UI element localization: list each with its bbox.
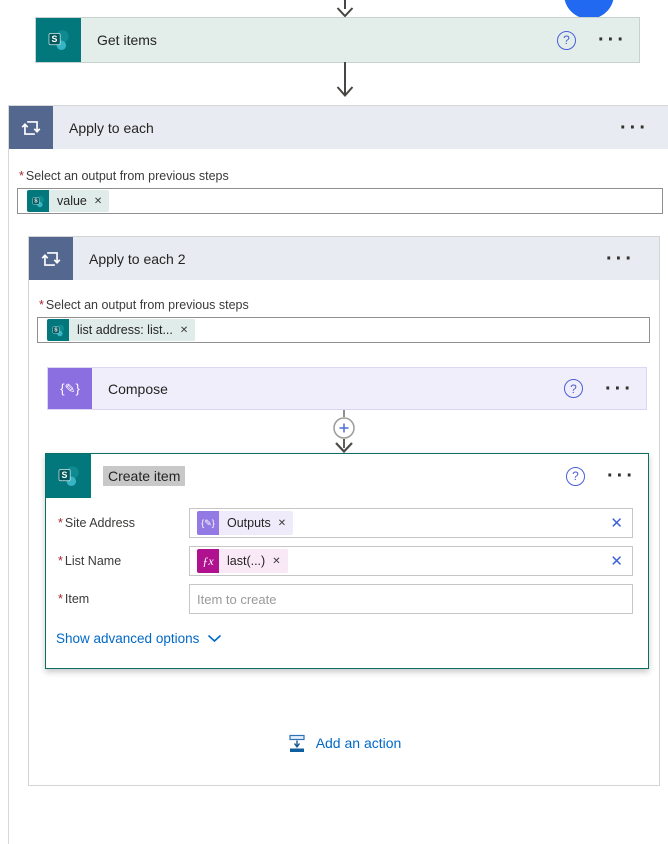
field-label: * Item bbox=[58, 592, 90, 606]
help-icon[interactable]: ? bbox=[564, 379, 584, 398]
function-icon: ƒx bbox=[197, 549, 219, 573]
svg-text:S: S bbox=[34, 198, 38, 204]
remove-token-icon[interactable]: ✕ bbox=[178, 325, 195, 336]
compose-icon: {✎} bbox=[48, 368, 92, 409]
required-marker: * bbox=[58, 592, 63, 606]
token-expression[interactable]: ƒx last(...) ✕ bbox=[197, 549, 288, 573]
action-card-get-items[interactable]: S Get items ? ··· bbox=[35, 17, 640, 63]
sharepoint-icon: S bbox=[46, 454, 91, 498]
scope-apply-to-each: Apply to each ··· * Select an output from… bbox=[8, 105, 668, 844]
action-card-compose[interactable]: {✎} Compose ? ··· bbox=[47, 367, 647, 410]
add-action-icon bbox=[289, 734, 305, 752]
advanced-label: Show advanced options bbox=[56, 631, 200, 646]
loop-icon bbox=[9, 106, 53, 149]
menu-ellipsis-icon[interactable]: ··· bbox=[606, 249, 635, 269]
sharepoint-icon: S bbox=[36, 18, 81, 62]
svg-text:S: S bbox=[51, 34, 57, 44]
remove-token-icon[interactable]: ✕ bbox=[276, 518, 293, 529]
scope-title: Apply to each 2 bbox=[89, 250, 186, 267]
add-action-button[interactable]: Add an action bbox=[29, 733, 659, 753]
menu-ellipsis-icon[interactable]: ··· bbox=[607, 466, 636, 486]
action-title: Get items bbox=[97, 32, 157, 48]
item-text-field[interactable] bbox=[197, 591, 622, 607]
chevron-down-icon bbox=[208, 634, 222, 643]
create-item-header[interactable]: S Create item ? ··· bbox=[46, 454, 648, 498]
menu-ellipsis-icon[interactable]: ··· bbox=[605, 379, 634, 399]
scope-header-apply-to-each-2[interactable]: Apply to each 2 ··· bbox=[29, 237, 659, 280]
item-input[interactable] bbox=[189, 584, 633, 614]
field-label: * Select an output from previous steps bbox=[19, 169, 229, 183]
insert-step-connector bbox=[29, 410, 659, 454]
required-marker: * bbox=[58, 554, 63, 568]
required-marker: * bbox=[19, 169, 24, 183]
token-outputs[interactable]: {✎} Outputs ✕ bbox=[197, 511, 294, 535]
help-icon[interactable]: ? bbox=[566, 466, 586, 486]
connector-arrow bbox=[336, 62, 354, 98]
add-action-label: Add an action bbox=[315, 735, 402, 751]
connector-arrow-top bbox=[336, 0, 354, 18]
scope-header-apply-to-each[interactable]: Apply to each ··· bbox=[9, 106, 668, 149]
required-marker: * bbox=[39, 298, 44, 312]
action-title-selected[interactable]: Create item bbox=[103, 466, 186, 486]
site-address-input[interactable]: {✎} Outputs ✕ ✕ bbox=[189, 508, 633, 538]
field-label: * Select an output from previous steps bbox=[39, 298, 249, 312]
sharepoint-icon: S bbox=[47, 319, 69, 341]
token-label: list address: list... bbox=[77, 323, 173, 337]
dynamic-token-list-address[interactable]: S list address: list... ✕ bbox=[47, 319, 196, 341]
output-input[interactable]: S value ✕ bbox=[17, 188, 663, 214]
svg-text:S: S bbox=[61, 470, 67, 480]
field-row-list-name: * List Name ƒx last(...) ✕ ✕ bbox=[58, 546, 648, 576]
menu-ellipsis-icon[interactable]: ··· bbox=[598, 30, 627, 50]
dynamic-token-value[interactable]: S value ✕ bbox=[27, 190, 110, 212]
show-advanced-options-link[interactable]: Show advanced options bbox=[56, 631, 648, 646]
remove-token-icon[interactable]: ✕ bbox=[270, 556, 287, 567]
field-label: * List Name bbox=[58, 554, 122, 568]
token-label: Outputs bbox=[227, 516, 271, 530]
token-label: value bbox=[57, 194, 87, 208]
action-title: Compose bbox=[108, 380, 168, 397]
list-name-input[interactable]: ƒx last(...) ✕ ✕ bbox=[189, 546, 633, 576]
compose-icon: {✎} bbox=[197, 511, 219, 535]
action-card-create-item[interactable]: S Create item ? ··· * Site Address {✎} O… bbox=[45, 453, 649, 669]
required-marker: * bbox=[58, 516, 63, 530]
sharepoint-icon: S bbox=[27, 190, 49, 212]
remove-token-icon[interactable]: ✕ bbox=[92, 196, 109, 207]
field-row-site-address: * Site Address {✎} Outputs ✕ ✕ bbox=[58, 508, 648, 538]
output-input[interactable]: S list address: list... ✕ bbox=[37, 317, 650, 343]
loop-icon bbox=[29, 237, 73, 280]
menu-ellipsis-icon[interactable]: ··· bbox=[620, 118, 649, 138]
token-label: last(...) bbox=[227, 554, 266, 568]
clear-field-icon[interactable]: ✕ bbox=[610, 514, 623, 532]
clear-field-icon[interactable]: ✕ bbox=[610, 552, 623, 570]
flow-designer-canvas: S Get items ? ··· Apply to each ··· * Se… bbox=[0, 0, 668, 844]
field-label: * Site Address bbox=[58, 516, 136, 530]
svg-text:S: S bbox=[54, 327, 58, 333]
scope-title: Apply to each bbox=[69, 119, 154, 136]
field-row-item: * Item bbox=[58, 584, 648, 614]
insert-step-plus[interactable] bbox=[332, 410, 356, 454]
scope-apply-to-each-2: Apply to each 2 ··· * Select an output fr… bbox=[28, 236, 660, 786]
help-icon[interactable]: ? bbox=[557, 30, 577, 50]
